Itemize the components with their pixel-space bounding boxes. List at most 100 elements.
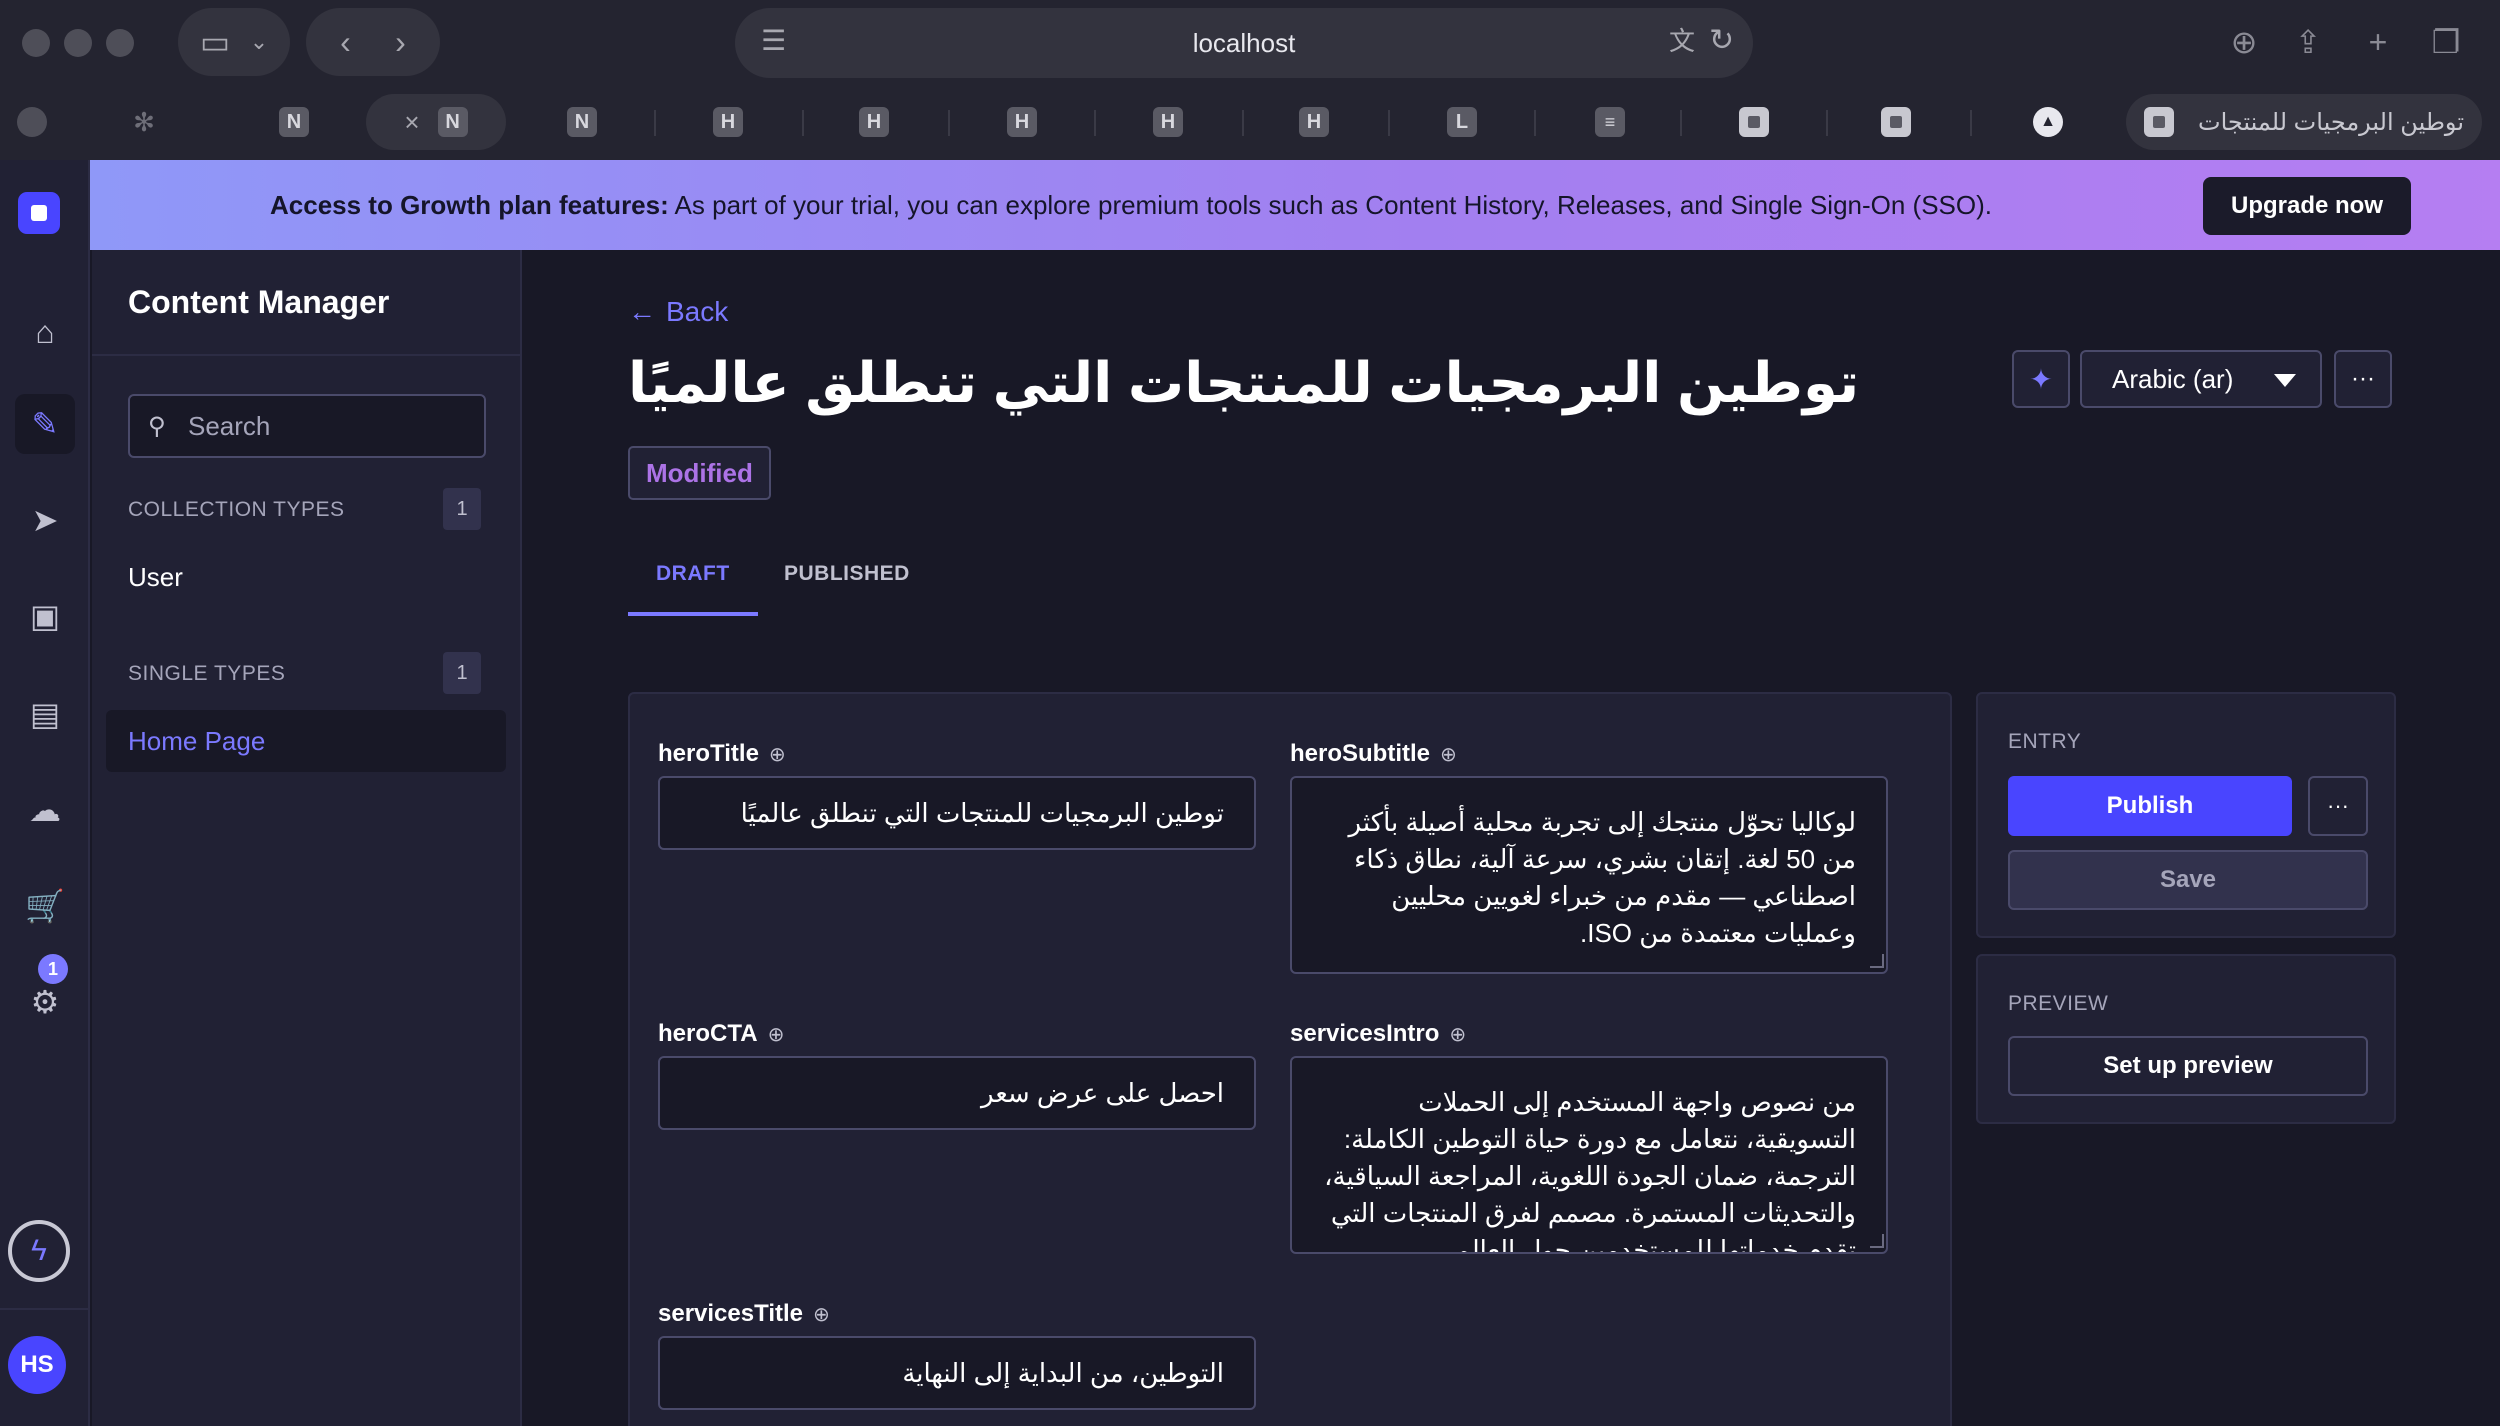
close-tab-icon[interactable]: ×: [404, 109, 419, 135]
forward-icon[interactable]: ›: [395, 26, 406, 58]
tab-published[interactable]: PUBLISHED: [784, 562, 910, 586]
back-icon[interactable]: ‹: [340, 26, 351, 58]
field-label-text: servicesIntro: [1290, 1020, 1440, 1047]
entry-heading: ENTRY: [2008, 730, 2082, 753]
favicon-icon: [17, 107, 47, 137]
hero-subtitle-textarea[interactable]: لوكاليا تحوّل منتجك إلى تجربة محلية أصيل…: [1290, 776, 1888, 974]
tab-6[interactable]: H: [1138, 94, 1198, 150]
nav-marketplace-icon[interactable]: 🛒: [15, 876, 75, 936]
tab-3[interactable]: H: [698, 94, 758, 150]
services-title-input[interactable]: التوطين، من البداية إلى النهاية: [658, 1336, 1256, 1410]
resize-handle[interactable]: [1870, 954, 1884, 968]
hero-cta-input[interactable]: احصل على عرض سعر: [658, 1056, 1256, 1130]
window-zoom-button[interactable]: [106, 29, 134, 57]
tab-pinned-0[interactable]: [8, 94, 56, 150]
tab-active-title: توطين البرمجيات للمنتجات التي تنطلق عالم…: [2190, 108, 2464, 136]
tab-4[interactable]: H: [844, 94, 904, 150]
tab-active[interactable]: توطين البرمجيات للمنتجات التي تنطلق عالم…: [2126, 94, 2482, 150]
tab-draft[interactable]: DRAFT: [656, 562, 730, 586]
services-title-label: servicesTitle ⊕: [658, 1300, 830, 1328]
more-icon: ···: [2327, 793, 2349, 818]
favicon-icon: N: [567, 107, 597, 137]
services-intro-textarea[interactable]: من نصوص واجهة المستخدم إلى الحملات التسو…: [1290, 1056, 1888, 1254]
nav-content-manager-icon[interactable]: ✎: [15, 394, 75, 454]
tab-11[interactable]: [1866, 94, 1926, 150]
tab-8[interactable]: L: [1432, 94, 1492, 150]
locale-select[interactable]: Arabic (ar): [2080, 350, 2322, 408]
save-button[interactable]: Save: [2008, 850, 2368, 910]
address-bar[interactable]: ☰ localhost 文 ↻: [735, 8, 1753, 78]
back-label: Back: [666, 296, 729, 327]
favicon-icon: H: [859, 107, 889, 137]
hero-cta-label: heroCTA ⊕: [658, 1020, 784, 1048]
search-icon: ⚲: [148, 412, 166, 440]
nav-home-icon[interactable]: ⌂: [15, 302, 75, 362]
sidebar-item-home-page[interactable]: Home Page: [106, 710, 506, 772]
reload-icon[interactable]: ↻: [1709, 26, 1734, 56]
translate-icon[interactable]: 文: [1669, 28, 1695, 54]
nav-releases-icon[interactable]: ➤: [15, 490, 75, 550]
sidebar-item-user[interactable]: User: [128, 562, 183, 593]
strapi-favicon-icon: [1739, 107, 1769, 137]
globe-icon: ⊕: [813, 1303, 830, 1326]
trial-banner: Access to Growth plan features: As part …: [90, 160, 2500, 250]
status-badge: Modified: [628, 446, 771, 500]
tab-overview-icon[interactable]: ❐: [2424, 20, 2468, 64]
tab-pinned-1[interactable]: ✻: [120, 94, 168, 150]
main-nav-rail: ⌂ ✎ ➤ ▣ ▤ ☁ 🛒 ⚙ 1 ϟ HS: [0, 160, 90, 1426]
sparkle-icon: ✦: [2029, 363, 2053, 395]
sidebar-item-label: Home Page: [128, 726, 266, 756]
nav-media-library-icon[interactable]: ▣: [15, 586, 75, 646]
tab-strip: ✻ N × N N H H H H H L ≡ ▲ توطين البرمجيا…: [0, 94, 2500, 150]
hero-title-label: heroTitle ⊕: [658, 740, 786, 768]
tab-9[interactable]: ≡: [1580, 94, 1640, 150]
set-up-preview-button[interactable]: Set up preview: [2008, 1036, 2368, 1096]
single-types-heading: SINGLE TYPES: [128, 662, 286, 685]
nav-content-type-builder-icon[interactable]: ▤: [15, 684, 75, 744]
more-icon: ···: [2351, 365, 2375, 392]
globe-icon: ⊕: [1440, 743, 1457, 766]
banner-body: As part of your trial, you can explore p…: [668, 190, 1992, 220]
window-close-button[interactable]: [22, 29, 50, 57]
strapi-logo-icon[interactable]: [18, 192, 60, 234]
window-minimize-button[interactable]: [64, 29, 92, 57]
nav-cloud-icon[interactable]: ☁: [15, 780, 75, 840]
lightning-icon[interactable]: ϟ: [8, 1220, 70, 1282]
favicon-icon: H: [713, 107, 743, 137]
share-icon[interactable]: ⇪: [2286, 20, 2330, 64]
tab-0[interactable]: N: [264, 94, 324, 150]
tab-7[interactable]: H: [1284, 94, 1344, 150]
more-actions-button[interactable]: ···: [2334, 350, 2392, 408]
arrow-left-icon: ←: [628, 296, 656, 327]
banner-title: Access to Growth plan features:: [270, 190, 669, 220]
new-tab-icon[interactable]: +: [2356, 20, 2400, 64]
tab-1[interactable]: × N: [366, 94, 506, 150]
back-link[interactable]: ← Back: [628, 296, 728, 328]
upgrade-now-button[interactable]: Upgrade now: [2203, 177, 2411, 235]
history-nav: ‹ ›: [306, 8, 440, 76]
user-avatar[interactable]: HS: [8, 1336, 66, 1394]
tab-2[interactable]: N: [552, 94, 612, 150]
entry-more-button[interactable]: ···: [2308, 776, 2368, 836]
downloads-icon[interactable]: ⊕: [2222, 20, 2266, 64]
resize-handle[interactable]: [1870, 1234, 1884, 1248]
banner-message: Access to Growth plan features: As part …: [270, 160, 1992, 250]
tab-10[interactable]: [1724, 94, 1784, 150]
globe-icon: ⊕: [767, 1023, 785, 1046]
active-tab-indicator: [628, 612, 758, 616]
ai-assist-button[interactable]: ✦: [2012, 350, 2070, 408]
sidebar-search: ⚲: [128, 394, 486, 458]
globe-icon: ⊕: [768, 743, 786, 766]
search-input[interactable]: [188, 410, 478, 442]
collection-types-count: 1: [443, 488, 481, 530]
sidebar-toggle-button[interactable]: ▭ ⌄: [178, 8, 290, 76]
tab-12[interactable]: ▲: [2018, 94, 2078, 150]
publish-button[interactable]: Publish: [2008, 776, 2292, 836]
triangle-logo-icon: ▲: [2033, 107, 2063, 137]
loading-icon: ✻: [133, 107, 155, 137]
favicon-icon: H: [1007, 107, 1037, 137]
hero-subtitle-label: heroSubtitle ⊕: [1290, 740, 1457, 768]
sidebar-divider: [92, 354, 520, 356]
hero-title-input[interactable]: توطين البرمجيات للمنتجات التي تنطلق عالم…: [658, 776, 1256, 850]
tab-5[interactable]: H: [992, 94, 1052, 150]
